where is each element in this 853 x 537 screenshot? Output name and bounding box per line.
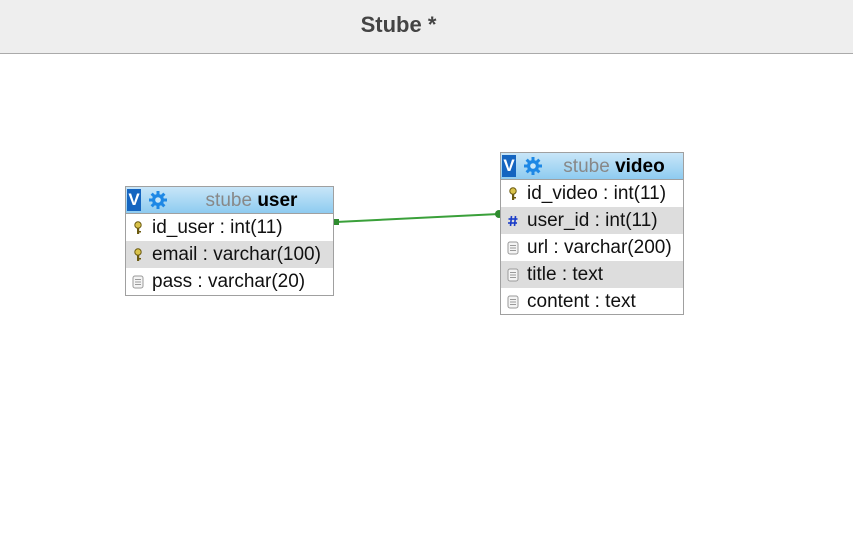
hash-icon — [508, 215, 518, 227]
database-name: stube — [205, 190, 253, 211]
table-name: stube user — [170, 190, 333, 212]
gear-icon[interactable] — [523, 156, 543, 176]
column-label: pass : varchar(20) — [152, 271, 306, 292]
page-title: Stube * — [360, 12, 437, 37]
toggle-view-button[interactable]: V — [127, 189, 141, 211]
key-icon — [134, 221, 142, 234]
column-row[interactable]: user_id : int(11) — [501, 207, 683, 234]
column-label: email : varchar(100) — [152, 244, 321, 265]
column-row[interactable]: pass : varchar(20) — [126, 268, 333, 295]
key-icon — [134, 248, 142, 261]
table-video[interactable]: V stube video id_video : int(11) user_id… — [500, 152, 684, 315]
table-header[interactable]: V stube user — [126, 187, 333, 214]
text-field-icon — [132, 275, 144, 289]
toggle-view-button[interactable]: V — [502, 155, 516, 177]
column-row[interactable]: id_video : int(11) — [501, 180, 683, 207]
table-name: stube video — [545, 156, 683, 178]
column-row[interactable]: email : varchar(100) — [126, 241, 333, 268]
designer-canvas[interactable] — [0, 55, 853, 537]
table-title: user — [257, 190, 298, 211]
column-label: url : varchar(200) — [527, 237, 672, 258]
column-row[interactable]: content : text — [501, 288, 683, 315]
column-label: title : text — [527, 264, 604, 285]
text-field-icon — [507, 295, 519, 309]
column-label: content : text — [527, 291, 636, 312]
gear-icon[interactable] — [148, 190, 168, 210]
text-field-icon — [507, 241, 519, 255]
table-header[interactable]: V stube video — [501, 153, 683, 180]
title-bar: Stube * — [0, 0, 853, 54]
column-label: id_video : int(11) — [527, 183, 667, 204]
column-row[interactable]: url : varchar(200) — [501, 234, 683, 261]
column-row[interactable]: title : text — [501, 261, 683, 288]
database-name: stube — [563, 156, 610, 177]
text-field-icon — [507, 268, 519, 282]
column-label: user_id : int(11) — [527, 210, 658, 231]
column-label: id_user : int(11) — [152, 217, 283, 238]
column-row[interactable]: id_user : int(11) — [126, 214, 333, 241]
table-user[interactable]: V stube user id_user : int(11) email: v… — [125, 186, 334, 296]
key-icon — [509, 187, 517, 200]
table-title: video — [615, 156, 665, 177]
